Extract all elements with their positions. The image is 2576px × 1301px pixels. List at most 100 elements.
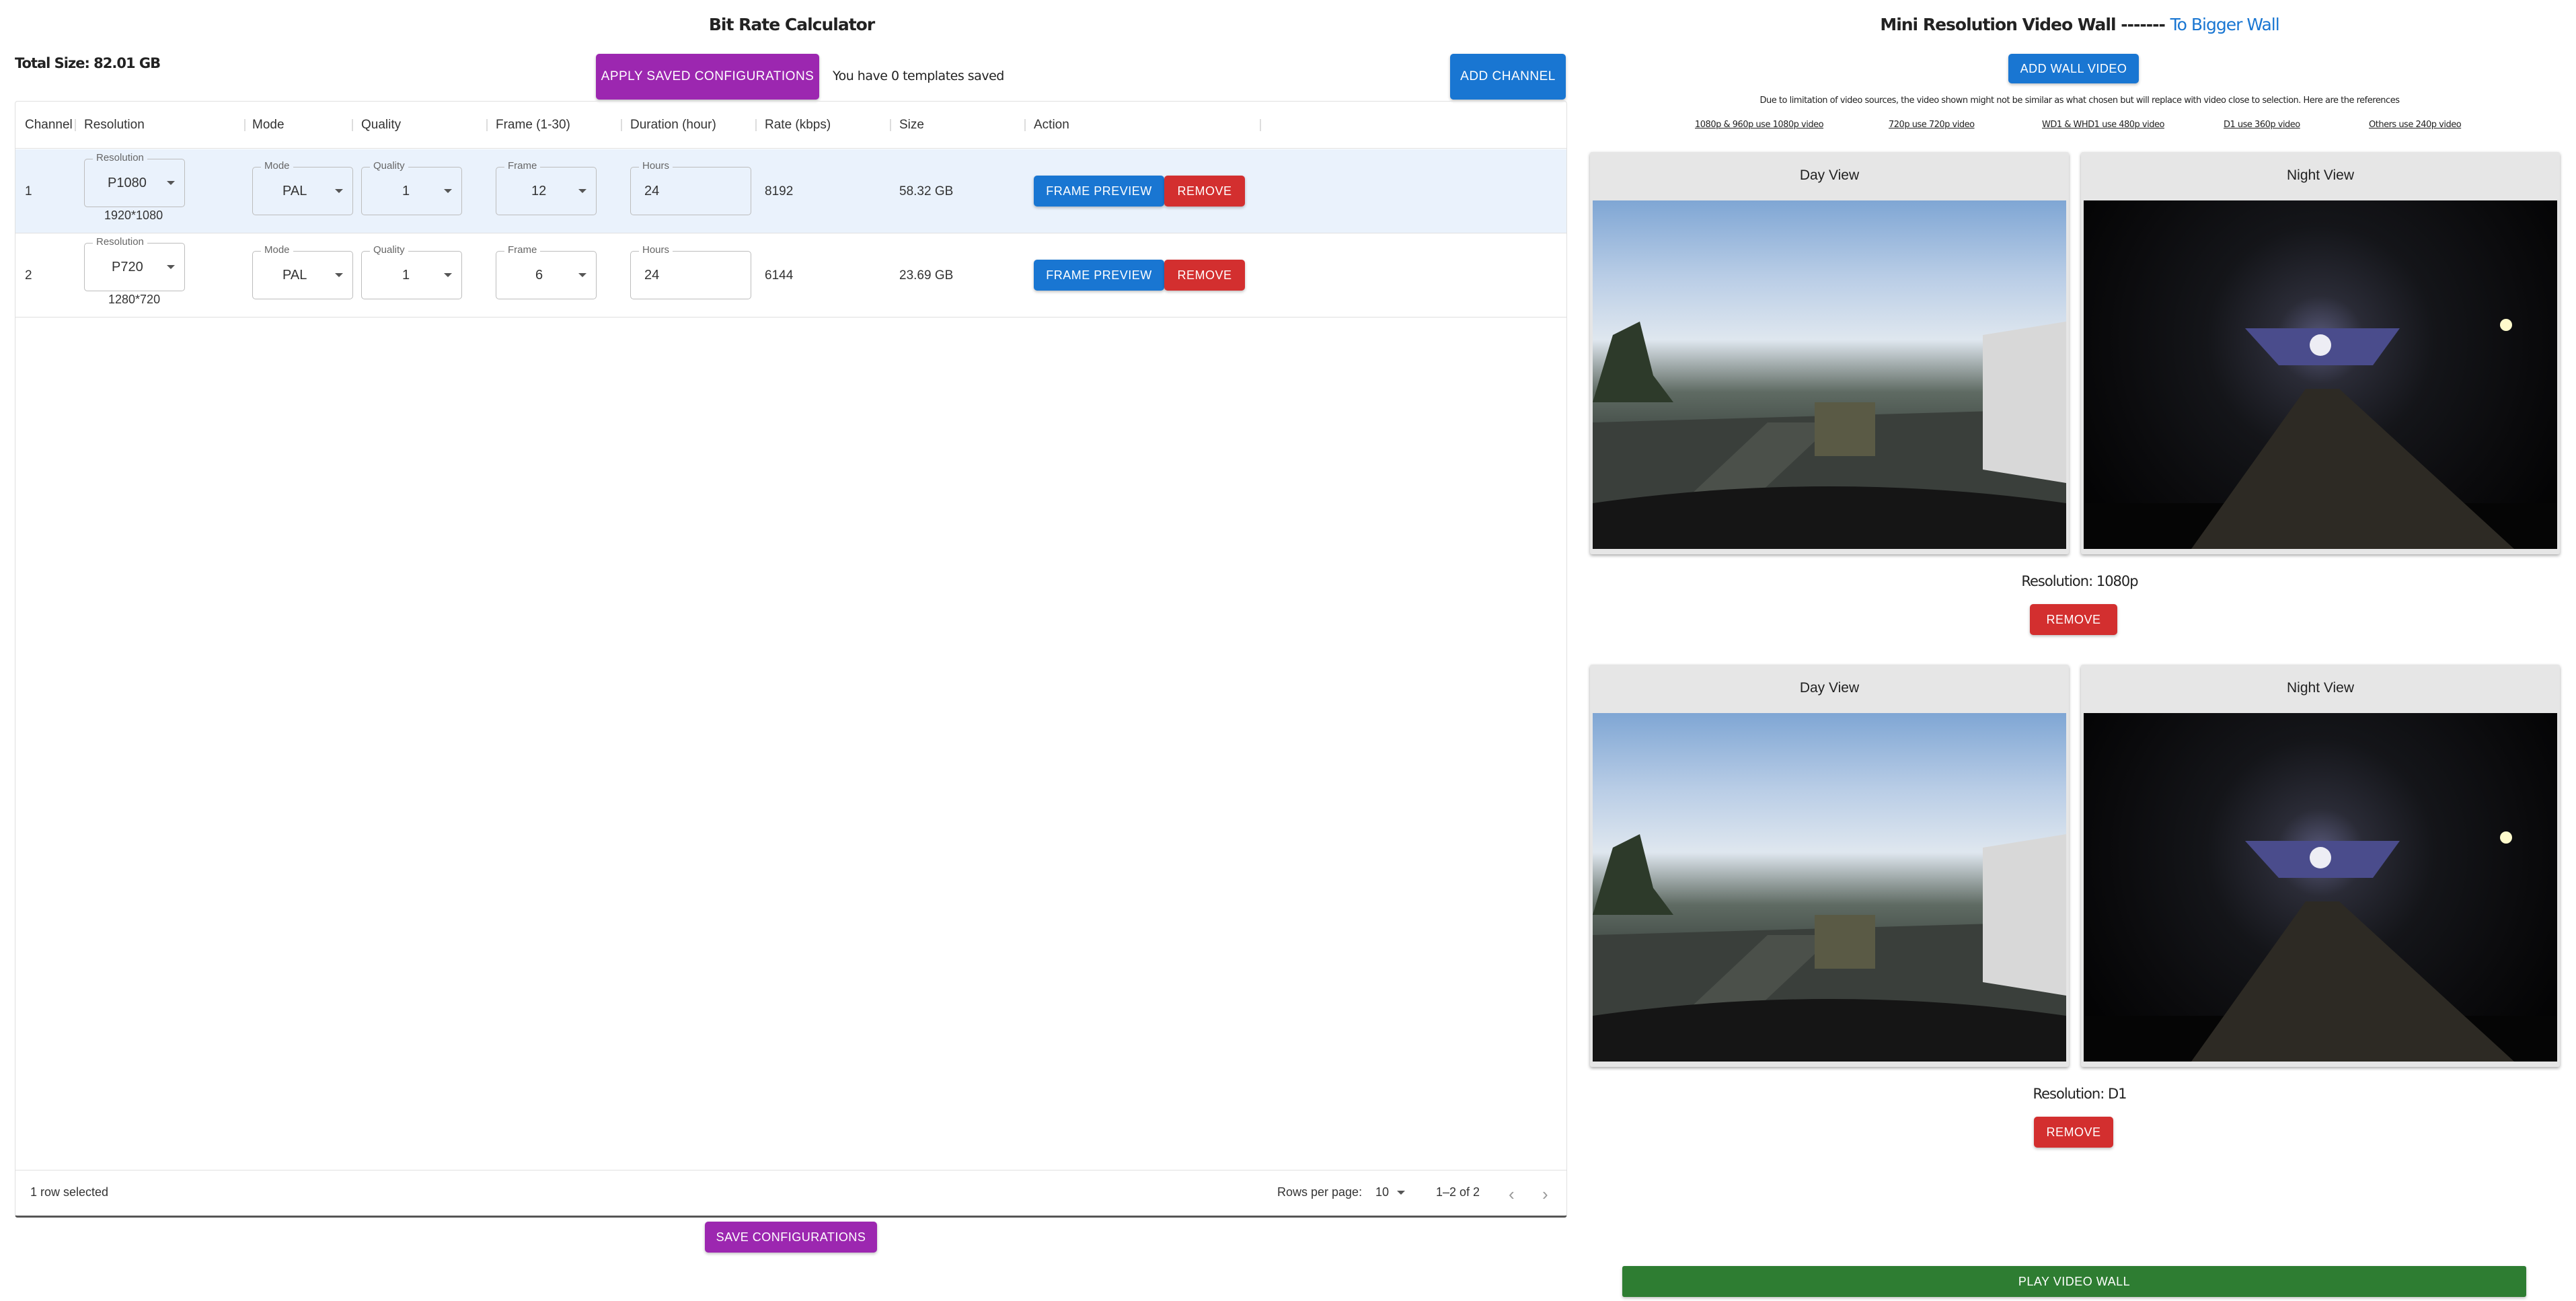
card-title: Night View: [2287, 168, 2354, 183]
apply-saved-configurations-button[interactable]: APPLY SAVED CONFIGURATIONS: [596, 54, 819, 100]
col-header-duration[interactable]: Duration (hour): [630, 118, 716, 133]
column-separator[interactable]: [1260, 119, 1261, 131]
save-configurations-button[interactable]: SAVE CONFIGURATIONS: [705, 1222, 877, 1253]
remove-channel-button[interactable]: REMOVE: [1164, 176, 1245, 207]
day-view-card: Day View: [1590, 152, 2069, 554]
templates-saved-text: You have 0 templates saved: [833, 69, 1004, 83]
day-view-video[interactable]: [1593, 713, 2066, 1062]
column-separator[interactable]: [486, 119, 488, 131]
resolution-select[interactable]: Resolution P1080: [84, 152, 185, 207]
resolution-select[interactable]: Resolution P720: [84, 236, 185, 291]
wall-title-text: Mini Resolution Video Wall -------: [1880, 15, 2166, 34]
col-header-channel[interactable]: Channel: [25, 118, 73, 133]
rate-value: 8192: [765, 184, 794, 198]
column-separator[interactable]: [890, 119, 891, 131]
add-channel-button[interactable]: ADD CHANNEL: [1450, 54, 1566, 100]
play-video-wall-button[interactable]: PLAY VIDEO WALL: [1622, 1266, 2526, 1297]
night-view-video[interactable]: [2084, 200, 2557, 549]
column-separator[interactable]: [75, 119, 76, 131]
col-header-size[interactable]: Size: [899, 118, 924, 133]
chevron-down-icon: [167, 181, 175, 185]
column-separator[interactable]: [244, 119, 245, 131]
day-scene-icon: [1593, 322, 2066, 549]
reference-link[interactable]: D1 use 360p video: [2224, 120, 2300, 130]
add-wall-video-button[interactable]: ADD WALL VIDEO: [2008, 54, 2139, 83]
total-size: Total Size: 82.01 GB: [15, 55, 161, 71]
chevron-right-icon[interactable]: ›: [1542, 1184, 1548, 1205]
mode-value: PAL: [282, 183, 307, 198]
night-scene-icon: [2084, 319, 2557, 549]
resolution-pixels: 1920*1080: [104, 209, 163, 222]
frame-select[interactable]: Frame 12: [496, 160, 597, 215]
card-title: Day View: [1799, 168, 1860, 183]
card-title: Night View: [2287, 680, 2354, 696]
grid-header: Channel Resolution Mode Quality Frame (1…: [15, 102, 1566, 149]
mode-select[interactable]: Mode PAL: [252, 160, 353, 215]
channel-number: 2: [25, 268, 32, 283]
resolution-value: P720: [112, 259, 143, 274]
column-separator[interactable]: [352, 119, 353, 131]
channel-number: 1: [25, 184, 32, 198]
chevron-down-icon: [167, 265, 175, 269]
card-title: Day View: [1799, 680, 1860, 696]
night-view-video[interactable]: [2084, 713, 2557, 1062]
hours-input[interactable]: Hours 24: [630, 244, 751, 299]
wall-resolution-label: Resolution: 1080p: [2021, 573, 2138, 589]
mode-select[interactable]: Mode PAL: [252, 244, 353, 299]
size-value: 58.32 GB: [899, 184, 954, 198]
chevron-down-icon: [444, 273, 452, 277]
quality-value: 1: [402, 183, 410, 198]
bigger-wall-link[interactable]: To Bigger Wall: [2170, 15, 2280, 34]
pagination-range: 1–2 of 2: [1436, 1185, 1480, 1199]
rows-per-page-select[interactable]: 10: [1375, 1185, 1389, 1199]
night-view-card: Night View: [2081, 152, 2560, 554]
table-row[interactable]: 2 Resolution P720 1280*720 Mode PAL Qual…: [15, 233, 1566, 318]
day-view-video[interactable]: [1593, 200, 2066, 549]
col-header-action[interactable]: Action: [1034, 118, 1069, 133]
frame-select[interactable]: Frame 6: [496, 244, 597, 299]
chevron-down-icon: [335, 189, 343, 193]
reference-link[interactable]: 1080p & 960p use 1080p video: [1695, 120, 1824, 130]
reference-link[interactable]: 720p use 720p video: [1889, 120, 1975, 130]
col-header-quality[interactable]: Quality: [361, 118, 401, 133]
remove-channel-button[interactable]: REMOVE: [1164, 260, 1245, 291]
chevron-down-icon[interactable]: [1397, 1191, 1405, 1195]
grid-footer: 1 row selected Rows per page: 10 1–2 of …: [15, 1170, 1566, 1216]
col-header-resolution[interactable]: Resolution: [84, 118, 145, 133]
table-row[interactable]: 1 Resolution P1080 1920*1080 Mode PAL Qu…: [15, 149, 1566, 233]
mode-value: PAL: [282, 267, 307, 283]
rows-per-page-label: Rows per page:: [1277, 1185, 1363, 1199]
col-header-rate[interactable]: Rate (kbps): [765, 118, 831, 133]
frame-value: 6: [535, 267, 543, 283]
reference-link[interactable]: WD1 & WHD1 use 480p video: [2042, 120, 2164, 130]
hours-input[interactable]: Hours 24: [630, 160, 751, 215]
column-separator[interactable]: [621, 119, 622, 131]
frame-value: 12: [531, 183, 547, 198]
resolution-pixels: 1280*720: [108, 293, 161, 306]
remove-wall-video-button[interactable]: REMOVE: [2034, 1117, 2113, 1148]
chevron-down-icon: [335, 273, 343, 277]
hours-value: 24: [644, 183, 660, 198]
night-view-card: Night View: [2081, 665, 2560, 1067]
rate-value: 6144: [765, 268, 794, 283]
column-separator[interactable]: [1024, 119, 1026, 131]
quality-select[interactable]: Quality 1: [361, 160, 462, 215]
chevron-left-icon[interactable]: ‹: [1509, 1184, 1515, 1205]
col-header-mode[interactable]: Mode: [252, 118, 285, 133]
selected-count: 1 row selected: [30, 1185, 109, 1199]
video-source-note: Due to limitation of video sources, the …: [1759, 96, 2400, 106]
night-scene-icon: [2084, 831, 2557, 1062]
hours-value: 24: [644, 267, 660, 283]
reference-link[interactable]: Others use 240p video: [2369, 120, 2462, 130]
frame-preview-button[interactable]: FRAME PREVIEW: [1034, 260, 1164, 291]
quality-value: 1: [402, 267, 410, 283]
col-header-frame[interactable]: Frame (1-30): [496, 118, 570, 133]
chevron-down-icon: [444, 189, 452, 193]
column-separator[interactable]: [755, 119, 757, 131]
quality-select[interactable]: Quality 1: [361, 244, 462, 299]
resolution-value: P1080: [108, 175, 147, 190]
remove-wall-video-button[interactable]: REMOVE: [2030, 604, 2117, 635]
frame-preview-button[interactable]: FRAME PREVIEW: [1034, 176, 1164, 207]
wall-resolution-label: Resolution: D1: [2033, 1086, 2127, 1102]
chevron-down-icon: [578, 273, 586, 277]
